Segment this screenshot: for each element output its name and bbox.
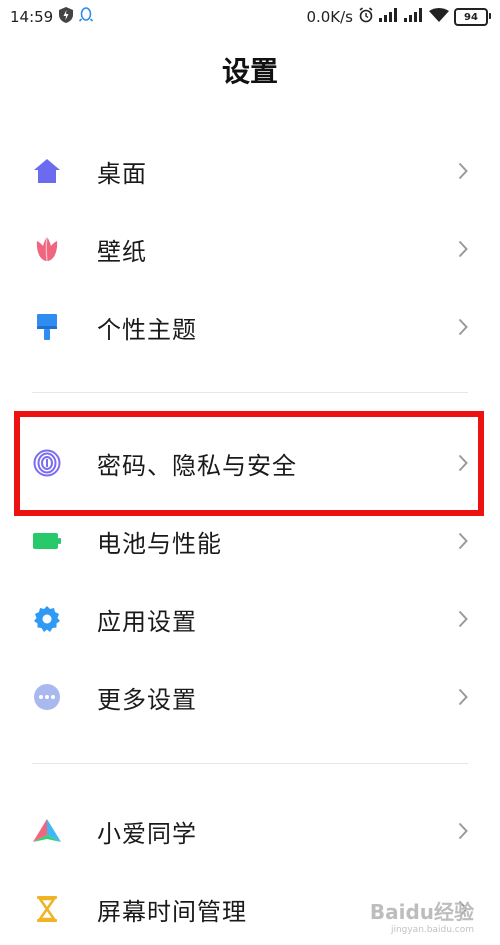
watermark-logo: Baidu经验 [369, 900, 474, 924]
network-speed: 0.0K/s [306, 8, 353, 26]
settings-item-app-settings[interactable]: 应用设置 [0, 583, 500, 655]
chevron-right-icon [456, 160, 470, 182]
watermark-url: jingyan.baidu.com [390, 925, 474, 935]
settings-item-password-privacy-security[interactable]: 密码、隐私与安全 [0, 427, 500, 499]
settings-item-label: 应用设置 [97, 607, 197, 636]
hourglass-icon [32, 894, 62, 924]
signal-icon [379, 8, 399, 26]
section-divider [32, 392, 468, 393]
status-time: 14:59 [10, 8, 54, 26]
settings-item-desktop[interactable]: 桌面 [0, 135, 500, 207]
battery-indicator: 94 [454, 8, 491, 26]
more-icon [32, 682, 62, 712]
settings-item-themes[interactable]: 个性主题 [0, 291, 500, 363]
brush-icon [32, 312, 62, 342]
watermark: Baidu经验 jingyan.baidu.com [370, 896, 474, 935]
chevron-right-icon [456, 316, 470, 338]
settings-item-label: 壁纸 [97, 237, 147, 266]
settings-item-xiaoai[interactable]: 小爱同学 [0, 795, 500, 867]
xiaoai-icon [32, 816, 62, 846]
settings-item-label: 更多设置 [97, 685, 197, 714]
tulip-icon [32, 234, 62, 264]
settings-item-label: 电池与性能 [97, 529, 222, 558]
settings-item-wallpaper[interactable]: 壁纸 [0, 213, 500, 285]
fingerprint-icon [32, 448, 62, 478]
settings-item-more-settings[interactable]: 更多设置 [0, 661, 500, 733]
status-bar: 14:59 0.0K/s 94 [0, 0, 500, 34]
settings-item-battery-performance[interactable]: 电池与性能 [0, 505, 500, 577]
chevron-right-icon [456, 608, 470, 630]
settings-item-label: 屏幕时间管理 [97, 897, 247, 926]
settings-item-label: 小爱同学 [97, 819, 197, 848]
battery-icon [32, 526, 62, 556]
qq-icon [79, 7, 94, 27]
chevron-right-icon [456, 452, 470, 474]
chevron-right-icon [456, 530, 470, 552]
chevron-right-icon [456, 820, 470, 842]
shield-icon [59, 7, 74, 27]
page-title: 设置 [221, 55, 278, 88]
chevron-right-icon [456, 238, 470, 260]
signal-icon [404, 8, 424, 26]
settings-item-label: 桌面 [97, 159, 147, 188]
home-icon [32, 156, 62, 186]
alarm-icon [358, 7, 374, 27]
settings-item-label: 密码、隐私与安全 [97, 451, 297, 480]
gear-icon [32, 604, 62, 634]
section-divider [32, 763, 468, 764]
chevron-right-icon [456, 686, 470, 708]
settings-item-label: 个性主题 [97, 315, 197, 344]
wifi-icon [429, 8, 449, 26]
